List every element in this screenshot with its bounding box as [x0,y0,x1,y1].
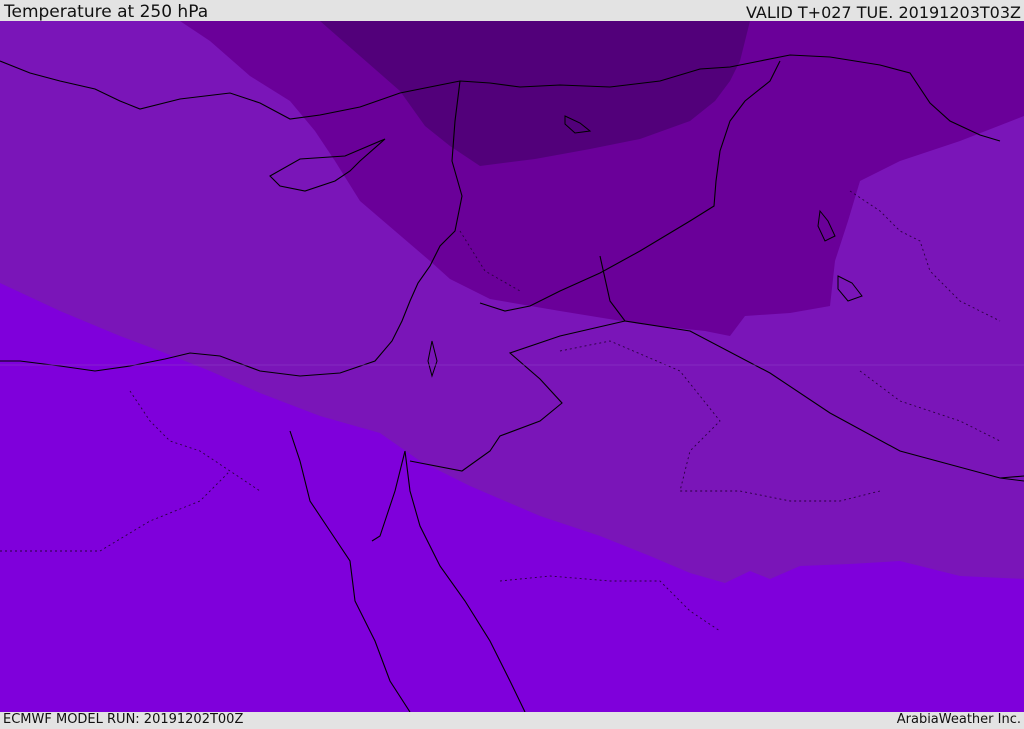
map-canvas[interactable] [0,21,1024,712]
header-bar: Temperature at 250 hPa VALID T+027 TUE. … [0,0,1024,21]
valid-time: VALID T+027 TUE. 20191203T03Z [745,3,1021,22]
credit-label: ArabiaWeather Inc. [896,712,1021,727]
temperature-map [0,21,1024,712]
model-run-label: ECMWF MODEL RUN: 20191202T00Z [3,712,244,727]
footer-bar: ECMWF MODEL RUN: 20191202T00Z ArabiaWeat… [0,712,1024,729]
map-frame: Temperature at 250 hPa VALID T+027 TUE. … [0,0,1024,729]
map-title: Temperature at 250 hPa [4,2,209,22]
